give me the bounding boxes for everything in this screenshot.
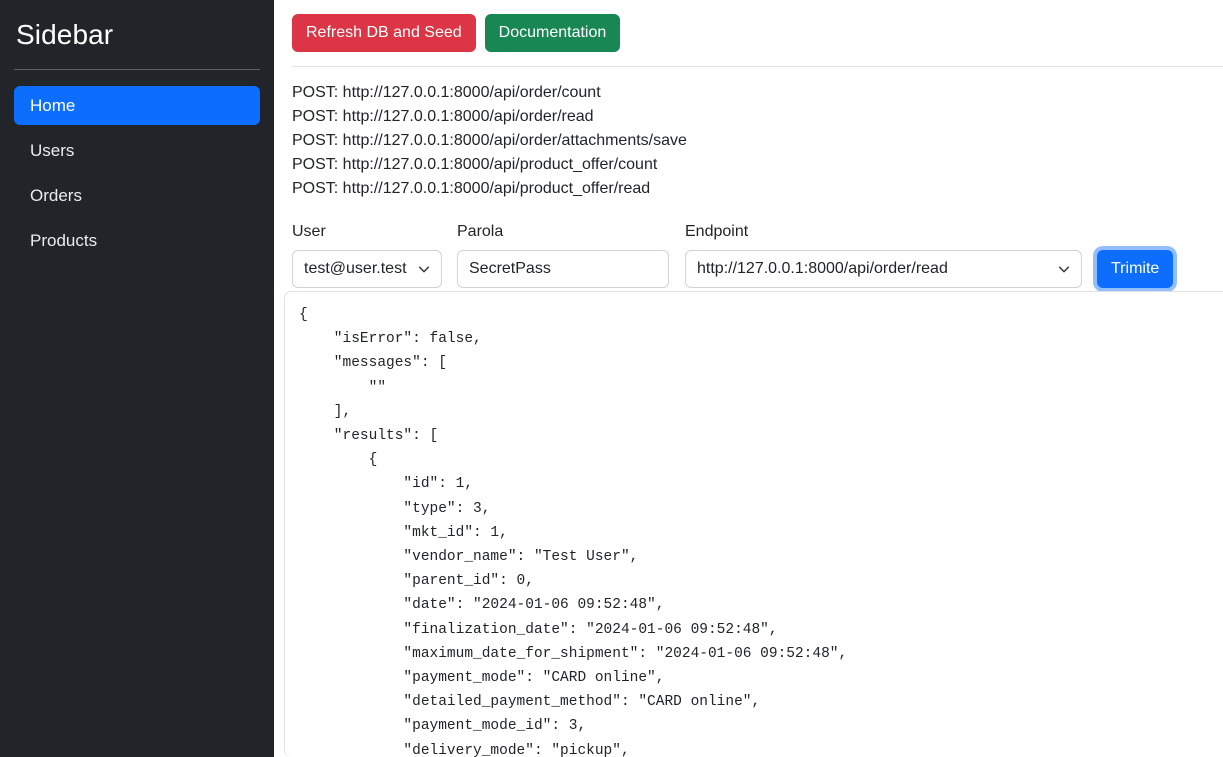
sidebar-title: Sidebar (16, 19, 114, 50)
endpoint-line: POST: http://127.0.0.1:8000/api/order/at… (292, 132, 687, 149)
sidebar-item-products[interactable]: Products (14, 221, 260, 260)
endpoint-line: POST: http://127.0.0.1:8000/api/product_… (292, 180, 651, 197)
user-field-group: User test@user.test (292, 222, 442, 288)
request-form: User test@user.test Parola Endpoint http… (292, 222, 1223, 288)
user-select-wrapper: test@user.test (292, 250, 442, 288)
sidebar-divider (14, 69, 260, 70)
submit-button[interactable]: Trimite (1097, 250, 1174, 288)
user-label: User (292, 223, 326, 240)
endpoint-list: POST: http://127.0.0.1:8000/api/order/co… (292, 81, 1223, 201)
sidebar-item-users[interactable]: Users (14, 131, 260, 170)
sidebar-item-orders[interactable]: Orders (14, 176, 260, 215)
endpoint-line: POST: http://127.0.0.1:8000/api/product_… (292, 156, 658, 173)
parola-field-group: Parola (457, 222, 669, 288)
sidebar-item-home[interactable]: Home (14, 86, 260, 125)
endpoint-select-wrapper: http://127.0.0.1:8000/api/order/read (685, 250, 1082, 288)
parola-label: Parola (457, 223, 504, 240)
toolbar: Refresh DB and Seed Documentation (292, 14, 1223, 52)
main-content: Refresh DB and Seed Documentation POST: … (274, 0, 1223, 757)
sidebar: Sidebar Home Users Orders Products (0, 0, 274, 757)
endpoint-select[interactable]: http://127.0.0.1:8000/api/order/read (685, 250, 1082, 288)
app-root: Sidebar Home Users Orders Products Refre… (0, 0, 1223, 757)
endpoint-line: POST: http://127.0.0.1:8000/api/order/re… (292, 108, 594, 125)
refresh-db-and-seed-button[interactable]: Refresh DB and Seed (292, 14, 476, 52)
user-select[interactable]: test@user.test (292, 250, 442, 288)
documentation-button[interactable]: Documentation (484, 14, 621, 52)
response-json-output: { "isError": false, "messages": [ "" ], … (299, 307, 848, 757)
parola-input[interactable] (457, 250, 669, 288)
endpoint-field-group: Endpoint http://127.0.0.1:8000/api/order… (685, 222, 1082, 288)
response-panel[interactable]: { "isError": false, "messages": [ "" ], … (284, 291, 1223, 757)
toolbar-divider (292, 66, 1223, 67)
endpoint-line: POST: http://127.0.0.1:8000/api/order/co… (292, 84, 601, 101)
endpoint-label: Endpoint (685, 223, 749, 240)
